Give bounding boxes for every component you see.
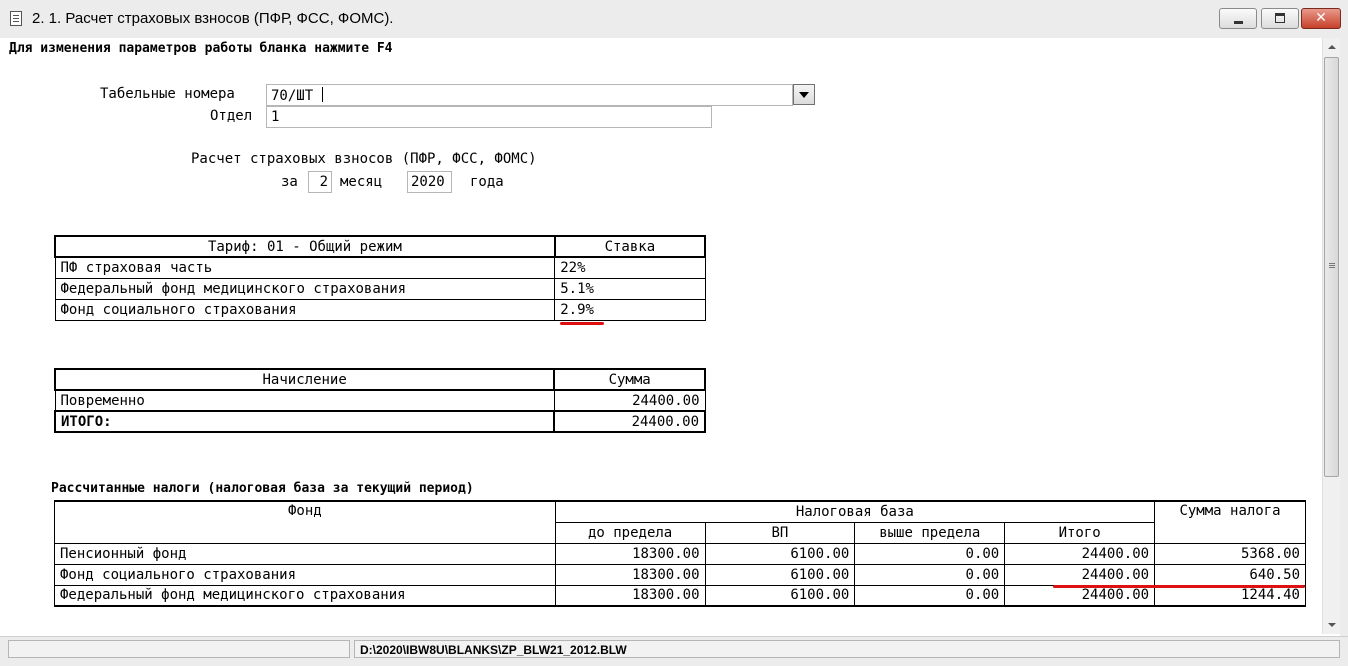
minimize-button[interactable] — [1219, 8, 1257, 29]
taxes-header-fund: Фонд — [54, 500, 556, 544]
taxes-header-base: Налоговая база — [554, 500, 1156, 523]
taxes-header-sum: Сумма налога — [1154, 500, 1306, 544]
dept-value: 1 — [271, 109, 280, 125]
accrual-name-cell: Повременно — [54, 389, 555, 412]
taxes-subheader-cell: Итого — [1004, 521, 1156, 544]
taxes-table: Фонд Налоговая база Сумма налога до пред… — [54, 500, 1306, 607]
close-icon: ✕ — [1315, 10, 1327, 26]
accrual-header-row: Начисление Сумма — [53, 368, 706, 391]
document-icon[interactable] — [10, 11, 22, 26]
status-file-path: D:\2020\IBW8U\BLANKS\ZP_BLW21_2012.BLW — [354, 640, 1340, 658]
base-limit-cell: 18300.00 — [554, 542, 706, 565]
base-vp-cell: 6100.00 — [704, 563, 856, 586]
tariff-rate-cell: 2.9% — [554, 298, 706, 321]
red-underline-annotation — [1053, 585, 1305, 588]
taxes-title: Рассчитанные налоги (налоговая база за т… — [51, 481, 474, 496]
base-vp-cell: 6100.00 — [704, 542, 856, 565]
tariff-name-cell: Фонд социального страхования — [54, 298, 556, 321]
tab-numbers-dropdown-button[interactable] — [793, 84, 815, 105]
window-title: 2. 1. Расчет страховых взносов (ПФР, ФСС… — [32, 10, 394, 27]
maximize-button[interactable] — [1261, 8, 1299, 29]
dept-input[interactable]: 1 — [266, 106, 712, 128]
base-over-cell: 0.00 — [854, 584, 1006, 607]
text-caret — [322, 87, 324, 102]
fund-name-cell: Фонд социального страхования — [54, 563, 556, 586]
window-frame-right — [1340, 38, 1348, 636]
tax-sum-cell: 1244.40 — [1154, 584, 1306, 607]
base-over-cell: 0.00 — [854, 563, 1006, 586]
base-total-cell: 24400.00 — [1004, 584, 1156, 607]
fund-name-cell: Пенсионный фонд — [54, 542, 556, 565]
table-row: Федеральный фонд медицинского страховани… — [54, 584, 1306, 607]
hint-text: Для изменения параметров работы бланка н… — [9, 41, 393, 56]
year-label: года — [470, 174, 504, 190]
status-bar: D:\2020\IBW8U\BLANKS\ZP_BLW21_2012.BLW — [0, 636, 1348, 666]
taxes-header-row: Фонд Налоговая база Сумма налога — [54, 500, 1306, 544]
tax-sum-cell: 640.50 — [1154, 563, 1306, 586]
tariff-name-cell: ПФ страховая часть — [54, 256, 556, 279]
scroll-thumb[interactable] — [1324, 57, 1339, 477]
accrual-header-name: Начисление — [53, 368, 556, 391]
scroll-up-icon[interactable] — [1323, 38, 1341, 56]
year-value: 2020 — [411, 174, 445, 190]
table-row: Фонд социального страхования 18300.00 61… — [54, 563, 1306, 586]
table-row: ПФ страховая часть 22% — [54, 256, 706, 279]
period-prefix: за — [281, 174, 298, 190]
base-vp-cell: 6100.00 — [704, 584, 856, 607]
base-limit-cell: 18300.00 — [554, 563, 706, 586]
tariff-header-name: Тариф: 01 - Общий режим — [54, 235, 556, 258]
taxes-subheader-cell: до предела — [554, 521, 706, 544]
form-content: Для изменения параметров работы бланка н… — [0, 38, 1322, 634]
month-label: месяц — [340, 174, 383, 190]
tariff-name-cell: Федеральный фонд медицинского страховани… — [54, 277, 556, 300]
tariff-rate-cell: 5.1% — [554, 277, 706, 300]
close-button[interactable]: ✕ — [1301, 8, 1341, 29]
base-total-cell: 24400.00 — [1004, 563, 1156, 586]
title-bar: 2. 1. Расчет страховых взносов (ПФР, ФСС… — [0, 0, 1348, 39]
month-input[interactable]: 2 — [308, 171, 332, 193]
dept-label: Отдел — [210, 108, 253, 124]
accrual-total-label: ИТОГО: — [53, 410, 556, 433]
tab-numbers-value: 70/ШТ — [271, 88, 314, 104]
vertical-scrollbar[interactable] — [1322, 38, 1341, 634]
table-row: Федеральный фонд медицинского страховани… — [54, 277, 706, 300]
base-over-cell: 0.00 — [854, 542, 1006, 565]
tariff-header-rate: Ставка — [553, 235, 707, 258]
tax-sum-cell: 5368.00 — [1154, 542, 1306, 565]
accrual-header-sum: Сумма — [553, 368, 706, 391]
table-row: Фонд социального страхования 2.9% — [54, 298, 706, 321]
year-input[interactable]: 2020 — [407, 171, 452, 193]
tab-numbers-label: Табельные номера — [100, 86, 235, 102]
month-value: 2 — [319, 174, 328, 190]
base-total-cell: 24400.00 — [1004, 542, 1156, 565]
accrual-sum-cell: 24400.00 — [553, 389, 706, 412]
fund-name-cell: Федеральный фонд медицинского страховани… — [54, 584, 556, 607]
table-row: Пенсионный фонд 18300.00 6100.00 0.00 24… — [54, 542, 1306, 565]
table-row: Повременно 24400.00 — [54, 389, 706, 412]
taxes-subheader-cell: выше предела — [854, 521, 1006, 544]
tariff-rate-cell: 22% — [554, 256, 706, 279]
status-panel-left — [8, 640, 350, 658]
accrual-total-sum: 24400.00 — [553, 410, 706, 433]
tab-numbers-input[interactable]: 70/ШТ — [266, 84, 793, 106]
taxes-subheader-cell: ВП — [704, 521, 856, 544]
scroll-down-icon[interactable] — [1323, 616, 1341, 634]
calc-title: Расчет страховых взносов (ПФР, ФСС, ФОМС… — [191, 151, 537, 167]
accrual-table: Начисление Сумма Повременно 24400.00 ИТО… — [53, 368, 706, 433]
base-limit-cell: 18300.00 — [554, 584, 706, 607]
tariff-header-row: Тариф: 01 - Общий режим Ставка — [54, 235, 707, 258]
tariff-table: Тариф: 01 - Общий режим Ставка ПФ страхо… — [54, 235, 707, 321]
red-underline-annotation — [560, 322, 604, 325]
accrual-total-row: ИТОГО: 24400.00 — [53, 410, 706, 433]
